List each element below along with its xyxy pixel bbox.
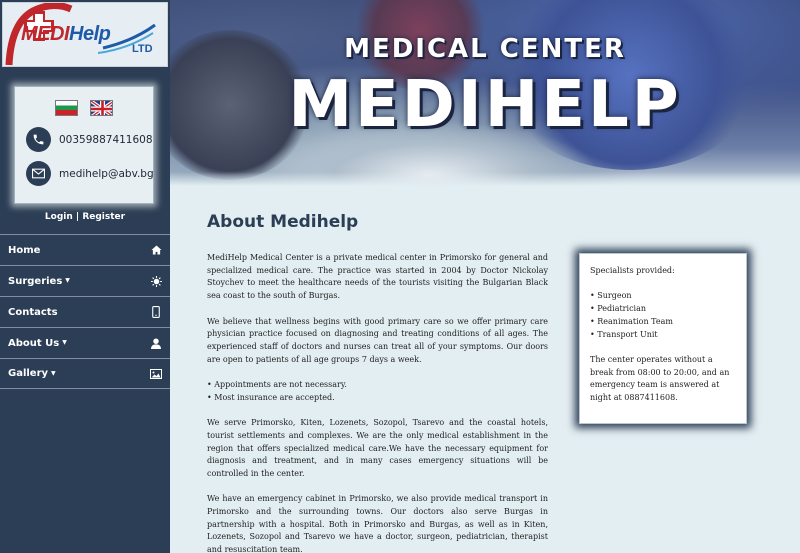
auth-links: Login | Register [0, 212, 170, 222]
nav-home-label: Home [8, 244, 41, 256]
sidebar: MEDIHelp LTD 00359887411608 medihelp@abv… [0, 0, 170, 553]
bullet-appointments: • Appointments are not necessary. [207, 380, 347, 389]
nav-gallery-label: Gallery [8, 368, 49, 379]
chevron-down-icon: ▼ [65, 277, 70, 284]
mobile-phone-icon [150, 306, 162, 318]
banner-fade [170, 172, 800, 186]
chevron-down-icon: ▼ [51, 369, 56, 377]
logo-medi: MEDI [21, 23, 70, 45]
nav-surgeries-label: Surgeries [8, 275, 63, 287]
specialists-list: • Surgeon • Pediatrician • Reanimation T… [590, 290, 736, 341]
logo[interactable]: MEDIHelp LTD [2, 2, 168, 67]
email-address[interactable]: medihelp@abv.bg [59, 168, 154, 180]
list-item: • Transport Unit [590, 329, 658, 339]
article-paragraph: We have an emergency cabinet in Primorsk… [207, 494, 548, 553]
phone-contact[interactable]: 00359887411608 [26, 127, 153, 152]
hero-banner: MEDICAL CENTER MEDIHELP [170, 0, 800, 186]
register-link[interactable]: Register [82, 212, 125, 222]
nav-item-surgeries[interactable]: Surgeries ▼ [0, 265, 170, 296]
logo-help: Help [69, 23, 111, 45]
nav-contacts-label: Contacts [8, 306, 58, 318]
list-item: • Reanimation Team [590, 316, 673, 326]
article-paragraph: We serve Primorsko, Kiten, Lozenets, Soz… [207, 418, 548, 478]
about-article: MediHelp Medical Center is a private med… [207, 252, 548, 553]
envelope-icon [26, 161, 51, 186]
logo-text: MEDIHelp [21, 23, 111, 46]
logo-ltd: LTD [132, 43, 153, 55]
banner-title: MEDIHELP [288, 68, 682, 142]
specialists-box: Specialists provided: • Surgeon • Pediat… [579, 253, 747, 424]
specialists-heading: Specialists provided: [590, 266, 675, 275]
auth-separator: | [72, 212, 83, 222]
contact-box: 00359887411608 medihelp@abv.bg [14, 86, 154, 204]
bulgarian-flag-icon[interactable] [55, 100, 78, 116]
hours-note: The center operates without a break from… [590, 354, 730, 402]
home-icon [150, 244, 162, 256]
list-item: • Surgeon [590, 291, 632, 301]
image-icon [150, 368, 162, 380]
article-paragraph: MediHelp Medical Center is a private med… [207, 253, 548, 301]
banner-subtitle: MEDICAL CENTER [344, 34, 626, 64]
sun-icon [150, 275, 162, 287]
article-bullets: • Appointments are not necessary. • Most… [207, 379, 548, 404]
nav-item-about[interactable]: About Us ▼ [0, 327, 170, 358]
list-item: • Pediatrician [590, 304, 647, 314]
nav-item-contacts[interactable]: Contacts [0, 296, 170, 327]
phone-number[interactable]: 00359887411608 [59, 134, 153, 146]
article-paragraph: We believe that wellness begins with goo… [207, 316, 548, 364]
login-link[interactable]: Login [45, 212, 73, 222]
page-title: About Medihelp [207, 212, 359, 232]
bullet-insurance: • Most insurance are accepted. [207, 392, 335, 402]
nav-item-home[interactable]: Home [0, 234, 170, 265]
phone-icon [26, 127, 51, 152]
uk-flag-icon[interactable] [90, 100, 113, 116]
email-contact[interactable]: medihelp@abv.bg [26, 161, 154, 186]
user-icon [150, 337, 162, 349]
nav-about-label: About Us [8, 337, 60, 349]
chevron-down-icon: ▼ [62, 339, 67, 346]
language-flags [15, 100, 153, 116]
main-nav: Home Surgeries ▼ Contacts About Us ▼ Galle… [0, 234, 170, 389]
nav-item-gallery[interactable]: Gallery ▼ [0, 358, 170, 389]
